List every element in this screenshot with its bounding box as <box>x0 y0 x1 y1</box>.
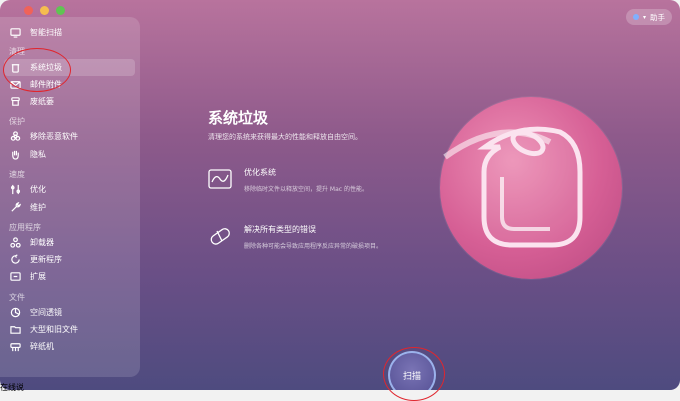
page-title: 系统垃圾 <box>208 109 269 127</box>
assistant-button[interactable]: ▾ 助手 <box>625 9 672 25</box>
sidebar-item-label: 废纸篓 <box>30 97 54 106</box>
pill-icon <box>208 224 232 248</box>
feature-description: 删除各种可能会导致应用程序反应异常的破损项目。 <box>244 243 383 250</box>
monitor-icon <box>8 27 22 39</box>
feature-fix-errors: 解决所有类型的错误 删除各种可能会导致应用程序反应异常的破损项目。 <box>208 224 382 250</box>
feature-description: 移除临时文件以释放空间，提升 Mac 的性能。 <box>244 186 368 193</box>
scan-button[interactable]: 扫描 <box>388 351 436 390</box>
bin-icon <box>8 96 22 108</box>
assistant-dot-icon <box>632 14 639 20</box>
zoom-button[interactable] <box>56 6 65 15</box>
minimize-button[interactable] <box>40 6 49 15</box>
sidebar-item-malware-removal[interactable]: 移除恶意软件 <box>4 128 135 145</box>
chevron-down-icon: ▾ <box>642 13 646 21</box>
sidebar-item-label: 系统垃圾 <box>30 63 62 72</box>
wrench-icon <box>8 202 22 214</box>
shredder-icon <box>8 341 22 353</box>
sidebar-item-label: 卸载器 <box>30 238 54 247</box>
folder-icon <box>8 324 22 336</box>
sidebar-item-system-junk[interactable]: 系统垃圾 <box>4 59 135 76</box>
sidebar-item-label: 邮件附件 <box>30 80 62 89</box>
chart-icon <box>208 167 232 191</box>
sidebar-item-extensions[interactable]: 扩展 <box>4 268 135 285</box>
update-icon <box>8 254 22 266</box>
section-label-protect: 保护 <box>9 117 25 126</box>
sidebar-item-label: 隐私 <box>30 150 46 159</box>
page-description: 清理您的系统来获得最大的性能和释放自由空间。 <box>208 133 362 141</box>
extension-icon <box>8 271 22 283</box>
sidebar-item-trash-bin[interactable]: 废纸篓 <box>4 93 135 110</box>
feature-optimize-system: 优化系统 移除临时文件以释放空间，提升 Mac 的性能。 <box>208 167 368 193</box>
sidebar-item-smart-scan[interactable]: 智能扫描 <box>4 24 135 41</box>
scan-button-label: 扫描 <box>402 371 421 382</box>
sidebar-item-label: 移除恶意软件 <box>30 132 78 141</box>
sidebar-item-uninstaller[interactable]: 卸载器 <box>4 234 135 251</box>
biohazard-icon <box>8 131 22 143</box>
sidebar-item-label: 维护 <box>30 203 46 212</box>
hand-icon <box>8 149 22 161</box>
section-label-speed: 速度 <box>9 170 25 179</box>
assistant-label: 助手 <box>650 12 665 22</box>
sidebar-item-label: 更新程序 <box>30 255 62 264</box>
sidebar-item-label: 空间透镜 <box>30 308 62 317</box>
sidebar-item-label: 优化 <box>30 185 46 194</box>
sidebar-item-updater[interactable]: 更新程序 <box>4 251 135 268</box>
system-junk-hero-icon <box>440 97 622 279</box>
mail-icon <box>8 79 22 91</box>
sidebar-item-label: 扩展 <box>30 272 46 281</box>
app-window: ▾ 助手 智能扫描 清理 系统垃圾 邮件附件 废纸篓 保护 移除恶意软件 隐私 … <box>0 0 680 390</box>
sidebar-item-privacy[interactable]: 隐私 <box>4 146 135 163</box>
feature-title: 优化系统 <box>244 168 276 177</box>
apps-icon <box>8 237 22 249</box>
sidebar-item-optimization[interactable]: 优化 <box>4 181 135 198</box>
section-label-applications: 应用程序 <box>9 223 41 232</box>
sidebar-item-maintenance[interactable]: 维护 <box>4 199 135 216</box>
sidebar: 智能扫描 清理 系统垃圾 邮件附件 废纸篓 保护 移除恶意软件 隐私 速度 优化… <box>0 17 140 377</box>
sliders-icon <box>8 184 22 196</box>
trash-icon <box>8 62 22 74</box>
sidebar-item-label: 碎纸机 <box>30 342 54 351</box>
sidebar-item-shredder[interactable]: 碎纸机 <box>4 338 135 355</box>
lens-icon <box>8 307 22 319</box>
sidebar-item-label: 智能扫描 <box>30 28 62 37</box>
sidebar-item-label: 大型和旧文件 <box>30 325 78 334</box>
sidebar-item-mail-attachments[interactable]: 邮件附件 <box>4 76 135 93</box>
section-label-files: 文件 <box>9 293 25 302</box>
partial-text-label: 在线说 <box>0 383 24 392</box>
window-controls <box>24 6 65 15</box>
sidebar-item-space-lens[interactable]: 空间透镜 <box>4 304 135 321</box>
sidebar-item-large-old-files[interactable]: 大型和旧文件 <box>4 321 135 338</box>
close-button[interactable] <box>24 6 33 15</box>
feature-title: 解决所有类型的错误 <box>244 225 316 234</box>
section-label-clean: 清理 <box>9 47 25 56</box>
